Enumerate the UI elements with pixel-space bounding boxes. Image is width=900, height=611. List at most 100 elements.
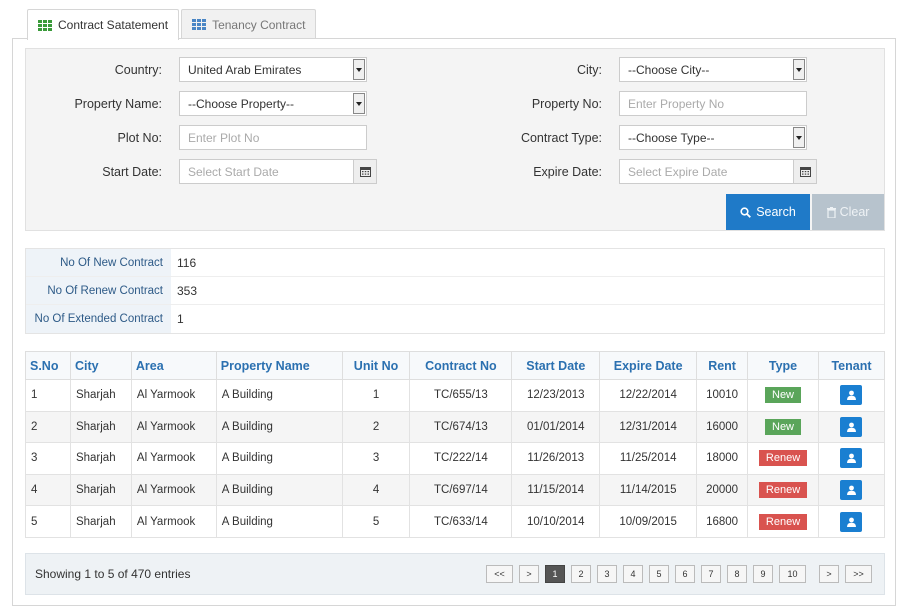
page-button[interactable]: > — [519, 565, 539, 583]
page-button[interactable]: 6 — [675, 565, 695, 583]
cell-city: Sharjah — [69, 379, 132, 412]
cell-property: A Building — [215, 473, 343, 507]
calendar-icon[interactable] — [353, 159, 377, 184]
cell-type: Renew — [747, 505, 819, 538]
cell-expire: 10/09/2015 — [599, 505, 698, 538]
column-header[interactable]: Expire Date — [599, 351, 698, 380]
chevron-down-icon — [353, 59, 365, 80]
table-row[interactable]: 1 Sharjah Al Yarmook A Building 1 TC/655/13 12… — [25, 379, 886, 412]
page-button[interactable]: 1 — [545, 565, 565, 583]
cell-start: 10/10/2014 — [511, 505, 601, 538]
user-icon — [846, 390, 856, 401]
plot-no-placeholder: Enter Plot No — [188, 130, 260, 145]
type-badge: Renew — [758, 450, 808, 467]
property-no-input[interactable]: Enter Property No — [619, 91, 807, 116]
column-header[interactable]: Unit No — [341, 351, 411, 380]
tenant-button[interactable] — [840, 511, 863, 532]
column-header[interactable]: Start Date — [511, 351, 601, 380]
trash-icon — [826, 206, 836, 218]
city-select[interactable]: --Choose City-- — [619, 57, 807, 82]
column-header[interactable]: Type — [747, 351, 819, 380]
column-header[interactable]: S.No — [25, 351, 71, 380]
cell-sno: 1 — [25, 379, 71, 412]
cell-expire: 12/31/2014 — [599, 410, 698, 444]
cell-sno: 2 — [25, 410, 71, 444]
table-row[interactable]: 4 Sharjah Al Yarmook A Building 4 TC/697/14 11… — [25, 473, 886, 507]
cell-type: New — [747, 379, 819, 412]
tab-label: Contract Satatement — [58, 18, 169, 32]
plot-no-label: Plot No: — [117, 131, 162, 145]
tenant-button[interactable] — [840, 480, 863, 501]
type-badge: New — [765, 387, 802, 404]
page-button[interactable]: > — [819, 565, 839, 583]
cell-start: 12/23/2013 — [511, 379, 601, 412]
plot-no-input[interactable]: Enter Plot No — [179, 125, 367, 150]
cell-unit: 2 — [341, 410, 411, 444]
tab-contract-statement[interactable]: Contract Satatement — [27, 9, 180, 40]
page-button[interactable]: 10 — [779, 565, 806, 583]
cell-tenant — [817, 505, 886, 538]
contract-type-value: --Choose Type-- — [628, 130, 715, 145]
tenant-button[interactable] — [840, 448, 863, 469]
property-no-label: Property No: — [531, 97, 602, 111]
cell-sno: 5 — [25, 505, 71, 538]
summary-row-extended: No Of Extended Contract 1 — [26, 305, 884, 333]
country-value: United Arab Emirates — [188, 62, 302, 77]
summary-row-new: No Of New Contract 116 — [26, 249, 884, 277]
expire-date-input[interactable]: Select Expire Date — [619, 159, 794, 184]
cell-tenant — [817, 410, 886, 444]
cell-rent: 16800 — [696, 505, 749, 538]
summary-label: No Of Renew Contract — [26, 277, 171, 304]
cell-rent: 20000 — [696, 473, 749, 507]
cell-contract: TC/697/14 — [409, 473, 513, 507]
tenant-button[interactable] — [840, 416, 863, 437]
cell-contract: TC/674/13 — [409, 410, 513, 444]
column-header[interactable]: Property Name — [215, 351, 343, 380]
summary-row-renew: No Of Renew Contract 353 — [26, 277, 884, 305]
tenant-button[interactable] — [840, 385, 863, 406]
grid-icon — [38, 19, 52, 31]
page-button[interactable]: << — [486, 565, 513, 583]
page-button[interactable]: 9 — [753, 565, 773, 583]
summary-label: No Of Extended Contract — [26, 305, 171, 333]
page-button[interactable]: 4 — [623, 565, 643, 583]
column-header[interactable]: Rent — [696, 351, 749, 380]
type-badge: Renew — [758, 513, 808, 530]
column-header[interactable]: Area — [130, 351, 217, 380]
column-header[interactable]: Tenant — [817, 351, 886, 380]
user-icon — [846, 517, 856, 527]
country-select[interactable]: United Arab Emirates — [179, 57, 367, 82]
search-button[interactable]: Search — [726, 194, 810, 230]
page-button[interactable]: 2 — [571, 565, 591, 583]
table-row[interactable]: 2 Sharjah Al Yarmook A Building 2 TC/674/13 01… — [25, 410, 886, 444]
cell-contract: TC/633/14 — [409, 505, 513, 538]
cell-type: Renew — [747, 442, 819, 475]
property-name-select[interactable]: --Choose Property-- — [179, 91, 367, 116]
page-button[interactable]: 7 — [701, 565, 721, 583]
tab-tenancy-contract[interactable]: Tenancy Contract — [181, 9, 317, 39]
start-date-input[interactable]: Select Start Date — [179, 159, 354, 184]
page-button[interactable]: 8 — [727, 565, 747, 583]
page-button[interactable]: >> — [845, 565, 872, 583]
pagination: << >1 2 3 4 5 6 7 8 9 10 > >> — [480, 565, 872, 583]
contract-type-label: Contract Type: — [520, 131, 602, 145]
calendar-icon[interactable] — [793, 159, 817, 184]
clear-button[interactable]: Clear — [812, 194, 884, 230]
column-header[interactable]: Contract No — [409, 351, 513, 380]
page-button[interactable]: 5 — [649, 565, 669, 583]
cell-area: Al Yarmook — [130, 442, 217, 475]
cell-start: 01/01/2014 — [511, 410, 601, 444]
user-icon — [846, 422, 856, 432]
user-icon — [846, 485, 856, 496]
cell-rent: 18000 — [696, 442, 749, 475]
type-badge: New — [765, 418, 802, 435]
page-button[interactable]: 3 — [597, 565, 617, 583]
table-row[interactable]: 5 Sharjah Al Yarmook A Building 5 TC/633/14 10… — [25, 505, 886, 538]
type-badge: Renew — [758, 482, 808, 499]
column-header[interactable]: City — [69, 351, 132, 380]
property-name-label: Property Name: — [74, 97, 162, 111]
contract-type-select[interactable]: --Choose Type-- — [619, 125, 807, 150]
summary-label: No Of New Contract — [26, 249, 171, 276]
table-row[interactable]: 3 Sharjah Al Yarmook A Building 3 TC/222/14 11… — [25, 442, 886, 475]
cell-city: Sharjah — [69, 473, 132, 507]
